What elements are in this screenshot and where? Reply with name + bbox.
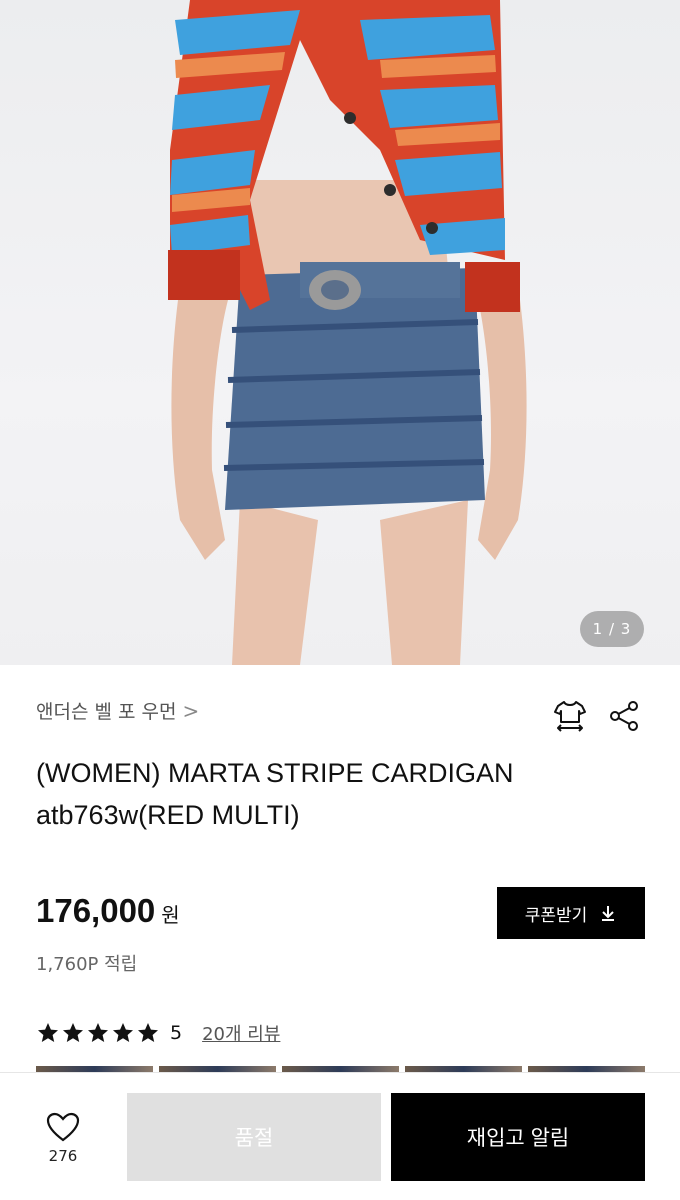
chevron-right-icon: > xyxy=(182,698,200,723)
image-pager: 1 / 3 xyxy=(580,611,644,647)
restock-alert-button[interactable]: 재입고 알림 xyxy=(391,1093,645,1181)
tshirt-size-icon[interactable] xyxy=(552,698,588,734)
rating-score: 5 xyxy=(170,1022,183,1044)
coupon-button[interactable]: 쿠폰받기 xyxy=(497,887,645,939)
like-button[interactable]: 276 xyxy=(30,1111,96,1165)
star-icon xyxy=(138,1023,158,1042)
share-icon[interactable] xyxy=(606,698,642,734)
brand-name: 앤더슨 벨 포 우먼 xyxy=(36,701,177,723)
soldout-button: 품절 xyxy=(127,1093,381,1181)
like-count: 276 xyxy=(48,1147,78,1165)
star-icon xyxy=(113,1023,133,1042)
product-image-gallery[interactable]: 1 / 3 xyxy=(0,0,680,665)
bottom-action-bar: 276 품절 재입고 알림 xyxy=(0,1072,680,1200)
product-photo xyxy=(168,0,527,665)
star-icon xyxy=(63,1023,83,1042)
price-row: 176,000 원 xyxy=(36,892,180,930)
star-icon xyxy=(38,1023,58,1042)
heart-icon xyxy=(46,1112,80,1142)
brand-link[interactable]: 앤더슨 벨 포 우먼 > xyxy=(36,697,199,724)
price-value: 176,000 xyxy=(36,892,156,929)
rating-row: 5 20개 리뷰 xyxy=(36,1020,280,1046)
reviews-link[interactable]: 20개 리뷰 xyxy=(202,1020,280,1046)
rating-stars xyxy=(36,1021,160,1045)
price-currency: 원 xyxy=(161,903,180,927)
download-icon xyxy=(602,906,615,921)
points-earned: 1,760P 적립 xyxy=(36,954,138,975)
product-title: (WOMEN) MARTA STRIPE CARDIGAN atb763w(RE… xyxy=(36,758,514,830)
star-icon xyxy=(88,1023,108,1042)
coupon-label: 쿠폰받기 xyxy=(524,905,588,925)
